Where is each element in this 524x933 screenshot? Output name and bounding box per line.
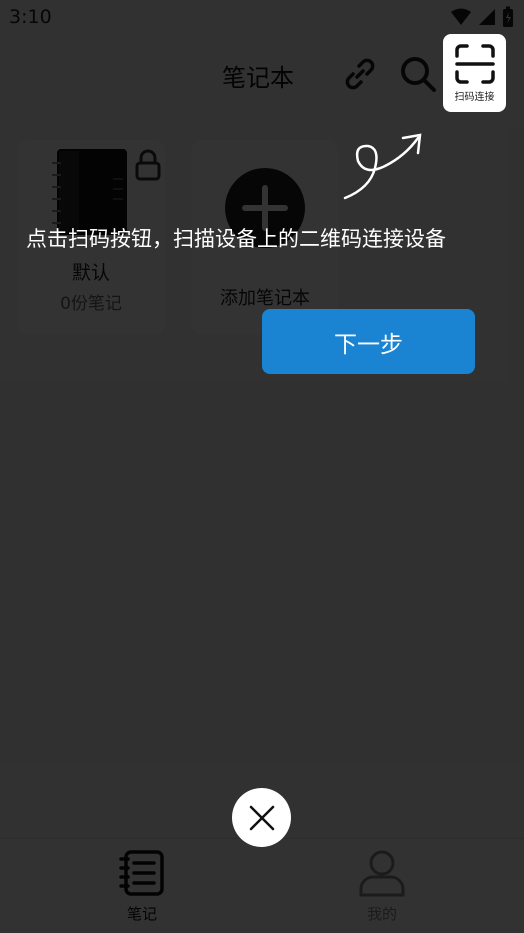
signal-icon (479, 9, 495, 25)
lock-icon (135, 149, 161, 181)
wifi-icon (451, 8, 471, 25)
nav-item-mine[interactable]: 我的 (322, 839, 442, 933)
page-title: 笔记本 (222, 64, 294, 92)
search-icon (401, 57, 436, 92)
search-button[interactable] (396, 52, 440, 96)
status-time: 3:10 (9, 6, 52, 28)
next-step-button[interactable]: 下一步 (262, 309, 475, 374)
add-notebook-label: 添加笔记本 (220, 288, 310, 309)
link-button[interactable] (338, 52, 382, 96)
notebook-icon (119, 850, 164, 896)
close-icon (249, 805, 274, 830)
guide-arrow-icon (343, 133, 422, 200)
scan-connect-label: 扫码连接 (454, 92, 495, 103)
nav-label-mine: 我的 (366, 905, 397, 923)
bottom-nav: 笔记 我的 (0, 838, 524, 933)
status-bar: 3:10 (0, 0, 524, 34)
notebook-note-count: 0份笔记 (60, 294, 122, 314)
scan-icon (454, 44, 495, 84)
battery-icon (503, 6, 513, 27)
close-guide-button[interactable] (232, 788, 291, 847)
person-icon (359, 850, 405, 897)
notebook-name: 默认 (71, 262, 110, 284)
status-icons (450, 6, 514, 28)
link-icon (345, 58, 375, 90)
nav-label-notes: 笔记 (126, 905, 157, 923)
guide-hint-text: 点击扫码按钮，扫描设备上的二维码连接设备 (26, 227, 446, 251)
nav-item-notes[interactable]: 笔记 (82, 839, 202, 933)
scan-connect-button[interactable]: 扫码连接 (443, 34, 506, 112)
